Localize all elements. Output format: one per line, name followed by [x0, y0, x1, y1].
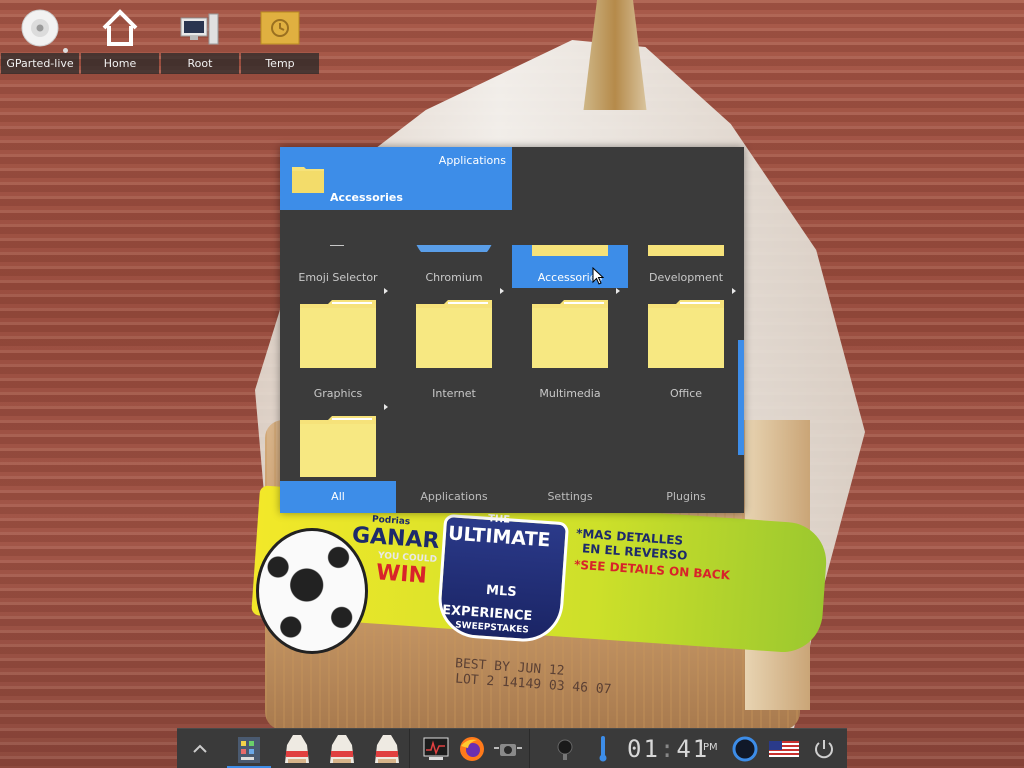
folder-icon [300, 300, 376, 368]
computer-icon [180, 13, 219, 45]
desktop-icon-label: Root [161, 53, 239, 74]
promo-win: WIN [375, 560, 428, 589]
app-item-label: Development [648, 271, 724, 284]
desktop-icon-home[interactable]: Home [81, 0, 159, 76]
network-icon [732, 736, 758, 762]
bread-bag-icon [285, 735, 309, 763]
system-monitor-icon [423, 737, 449, 760]
desktop-icon-label: GParted-live [1, 53, 79, 74]
app-item-multimedia[interactable]: Multimedia [512, 288, 628, 404]
folder-icon [532, 245, 608, 256]
submenu-arrow-icon [732, 288, 736, 294]
temperature-indicator[interactable] [591, 729, 615, 768]
bread-window-1[interactable] [277, 729, 317, 768]
bread-window-2[interactable] [322, 729, 362, 768]
bread-bag-icon [375, 735, 399, 763]
app-item-office[interactable]: Office [628, 288, 738, 404]
folder-icon [300, 416, 376, 477]
folder-icon [416, 300, 492, 368]
clock-separator: : [659, 735, 677, 763]
desktop-icon-root[interactable]: Root [161, 0, 239, 76]
breadcrumb[interactable]: Applications Accessories [280, 147, 512, 210]
category-tabs: All Applications Settings Plugins [280, 481, 744, 513]
taskbar: 01:41 PM [177, 728, 847, 768]
folder-icon [648, 300, 724, 368]
taskbar-divider [409, 729, 410, 768]
application-launcher: Applications Accessories Emoji Selector … [280, 147, 744, 513]
app-item-folder[interactable] [280, 404, 396, 477]
promo-mls: MLS [485, 582, 518, 601]
network-button[interactable] [729, 729, 761, 768]
tab-applications[interactable]: Applications [396, 481, 512, 513]
desktop-icon-label: Temp [241, 53, 319, 74]
taskbar-divider [529, 729, 530, 768]
keyboard-layout-button[interactable] [767, 729, 801, 768]
app-item-accessories[interactable]: Accessories [512, 245, 628, 288]
home-icon [102, 9, 138, 46]
desktop-icon-label: Home [81, 53, 159, 74]
volume-button[interactable] [551, 729, 579, 768]
cdrom-icon [21, 9, 59, 47]
clock-ampm: PM [703, 742, 718, 753]
submenu-arrow-icon [384, 288, 388, 294]
app-item-emoji-selector[interactable]: Emoji Selector [280, 245, 396, 288]
tab-settings[interactable]: Settings [512, 481, 628, 513]
app-item-chromium[interactable]: Chromium [396, 245, 512, 288]
breadcrumb-parent[interactable]: Applications [439, 154, 506, 167]
power-icon [815, 740, 833, 759]
tab-all[interactable]: All [280, 481, 396, 513]
mouse-cursor-icon [592, 267, 604, 285]
folder-icon [648, 245, 724, 256]
app-item-label: Internet [432, 387, 476, 400]
clock[interactable]: 01:41 [627, 729, 709, 768]
app-item-internet[interactable]: Internet [396, 288, 512, 404]
app-item-label: Office [669, 387, 703, 400]
app-item-label: Multimedia [539, 387, 601, 400]
volume-icon [557, 739, 573, 760]
breadcrumb-current: Accessories [330, 191, 403, 204]
app-item-label: Emoji Selector [298, 271, 378, 284]
firefox-icon [460, 737, 484, 761]
app-item-graphics[interactable]: Graphics [280, 288, 396, 404]
app-item-label: Graphics [313, 387, 363, 400]
emoji-icon [330, 245, 344, 246]
app-item-label: Chromium [425, 271, 483, 284]
scrollbar-thumb[interactable] [738, 340, 744, 455]
bread-bag-icon [330, 735, 354, 763]
tab-plugins[interactable]: Plugins [628, 481, 744, 513]
folder-icon [292, 167, 324, 193]
show-desktop-button[interactable] [185, 729, 215, 768]
desktop-icon-gparted-live[interactable]: GParted-live [1, 0, 79, 76]
screenshot-button[interactable] [491, 729, 525, 768]
desktop-icon-temp[interactable]: Temp [241, 0, 319, 76]
screenshot-icon [494, 744, 522, 756]
app-launcher-icon [238, 737, 260, 763]
system-monitor-button[interactable] [419, 729, 453, 768]
clock-hours: 01 [627, 735, 660, 763]
us-flag-icon [769, 741, 799, 757]
submenu-arrow-icon [616, 288, 620, 294]
bread-window-3[interactable] [367, 729, 407, 768]
folder-icon [532, 300, 608, 368]
app-item-development[interactable]: Development [628, 245, 738, 288]
submenu-arrow-icon [500, 288, 504, 294]
temperature-icon [599, 736, 607, 762]
firefox-button[interactable] [455, 729, 489, 768]
chromium-icon [416, 245, 492, 252]
promo-the: THE [487, 513, 511, 526]
temp-folder-icon [260, 11, 300, 45]
power-button[interactable] [807, 729, 841, 768]
app-grid: Emoji Selector Chromium Accessories Deve… [280, 245, 738, 477]
chevron-up-icon [193, 744, 207, 753]
app-item-label: Accessories [537, 271, 603, 284]
submenu-arrow-icon [384, 404, 388, 410]
launcher-button[interactable] [227, 729, 271, 768]
